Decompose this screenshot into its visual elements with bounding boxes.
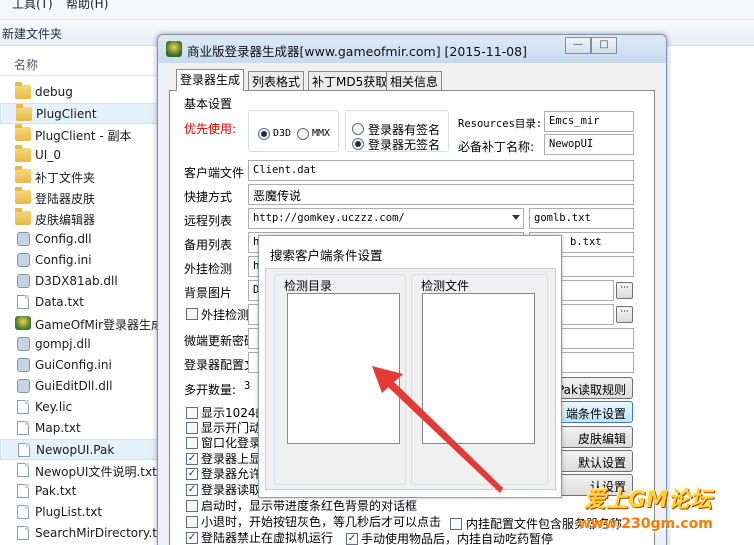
tab-launcher-generate[interactable]: 登录器生成	[176, 69, 245, 91]
watermark-url: www.230gm.com	[578, 516, 713, 532]
watermark-title: 爱上GM论坛	[584, 488, 712, 513]
annotation-arrow-icon	[372, 366, 503, 493]
